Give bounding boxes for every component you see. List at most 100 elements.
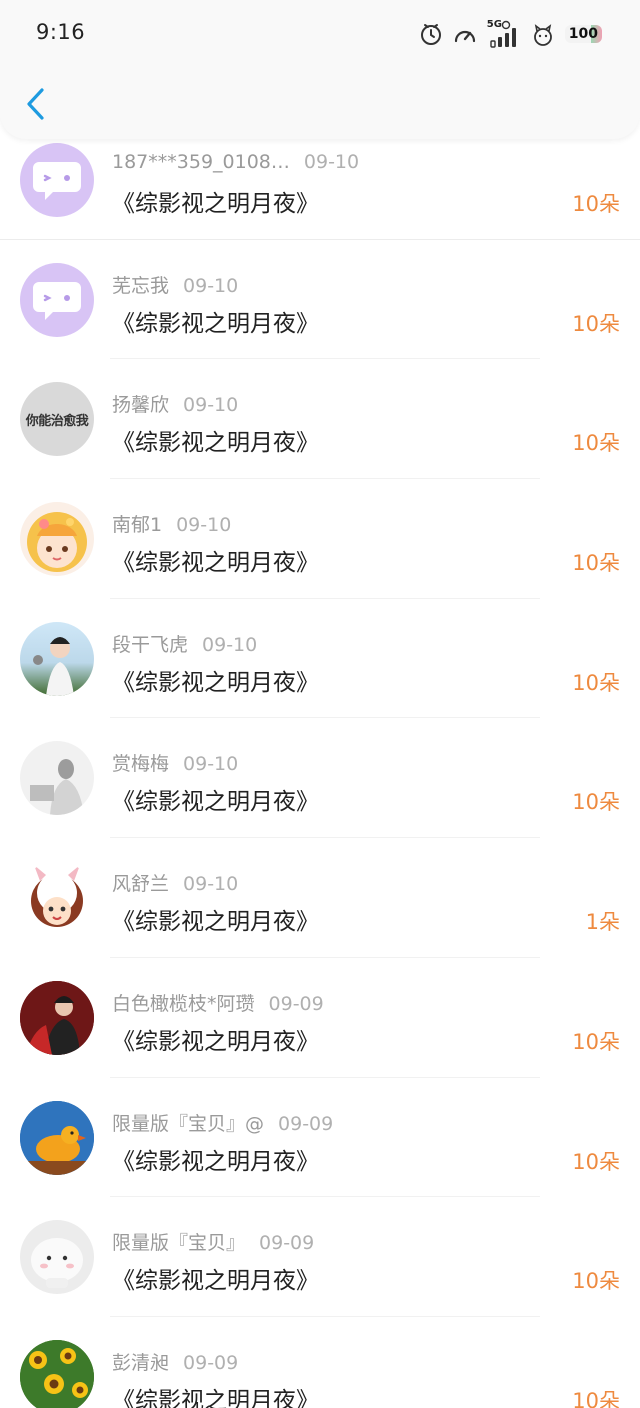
flower-count: 1朵 bbox=[585, 910, 620, 935]
book-title: 《综影视之明月夜》 bbox=[112, 1387, 319, 1408]
list-item[interactable]: 你能治愈我 扬馨欣 09-10 《综影视之明月夜》 10朵 bbox=[0, 359, 640, 480]
list-item[interactable]: 限量版『宝贝』@ 09-09 《综影视之明月夜》 10朵 bbox=[0, 1078, 640, 1198]
flower-count: 10朵 bbox=[572, 1029, 620, 1054]
book-title: 《综影视之明月夜》 bbox=[112, 1268, 319, 1295]
speedometer-icon bbox=[453, 23, 477, 45]
item-meta: 段干飞虎 09-10 bbox=[112, 630, 257, 657]
user-name: 芜忘我 bbox=[112, 274, 170, 297]
flower-count: 10朵 bbox=[572, 311, 620, 336]
list-item[interactable]: 芜忘我 09-10 《综影视之明月夜》 10朵 bbox=[0, 240, 640, 360]
plush-toy-icon bbox=[31, 1238, 83, 1289]
item-date: 09-09 bbox=[268, 992, 324, 1015]
avatar[interactable] bbox=[20, 1339, 94, 1408]
item-meta: 彭清昶 09-09 bbox=[112, 1348, 238, 1375]
avatar-text: 你能治愈我 bbox=[25, 413, 89, 429]
sunflowers-icon bbox=[20, 1339, 94, 1408]
status-icons: 5G 100 bbox=[419, 18, 602, 50]
book-title: 《综影视之明月夜》 bbox=[112, 550, 319, 577]
flower-count: 10朵 bbox=[572, 431, 620, 456]
user-name: 风舒兰 bbox=[112, 873, 170, 896]
avatar[interactable] bbox=[20, 262, 94, 337]
list-item[interactable]: 风舒兰 09-10 《综影视之明月夜》 1朵 bbox=[0, 838, 640, 958]
flower-count: 10朵 bbox=[572, 1388, 620, 1408]
avatar[interactable] bbox=[20, 861, 94, 936]
battery-indicator: 100 bbox=[564, 25, 602, 43]
item-date: 09-09 bbox=[278, 1112, 334, 1135]
item-date: 09-09 bbox=[259, 1232, 315, 1255]
list-item[interactable]: 彭清昶 09-09 《综影视之明月夜》 10朵 bbox=[0, 1317, 640, 1408]
item-meta: 南郁1 09-10 bbox=[112, 510, 231, 537]
status-time: 9:16 bbox=[36, 20, 86, 44]
book-title: 《综影视之明月夜》 bbox=[112, 789, 319, 816]
anime-girl-icon bbox=[27, 512, 87, 573]
book-title: 《综影视之明月夜》 bbox=[112, 310, 319, 337]
book-title: 《综影视之明月夜》 bbox=[112, 1148, 319, 1175]
book-title: 《综影视之明月夜》 bbox=[112, 191, 319, 217]
item-meta: 187***359_0108… 09-10 bbox=[112, 151, 359, 173]
user-name: 扬馨欣 bbox=[112, 394, 170, 417]
avatar[interactable] bbox=[20, 1220, 94, 1295]
user-name: 赏梅梅 bbox=[112, 753, 170, 776]
item-date: 09-10 bbox=[202, 633, 258, 656]
user-name: 彭清昶 bbox=[112, 1351, 170, 1374]
item-date: 09-10 bbox=[183, 753, 239, 776]
avatar[interactable] bbox=[20, 980, 94, 1055]
item-date: 09-10 bbox=[303, 151, 360, 173]
avatar[interactable] bbox=[20, 621, 94, 696]
flower-count: 10朵 bbox=[572, 670, 620, 695]
flower-count: 10朵 bbox=[572, 551, 620, 576]
list-item[interactable]: 南郁1 09-10 《综影视之明月夜》 10朵 bbox=[0, 479, 640, 599]
bunny-cartoon-icon bbox=[31, 865, 83, 928]
user-name: 限量版『宝贝』@ bbox=[112, 1112, 265, 1135]
duck-photo-icon bbox=[20, 1100, 94, 1175]
user-name: 187***359_0108… bbox=[112, 151, 290, 173]
flower-count: 10朵 bbox=[572, 790, 620, 815]
chat-bubble-icon bbox=[33, 162, 81, 200]
alarm-icon bbox=[419, 21, 443, 47]
item-date: 09-10 bbox=[183, 394, 239, 417]
item-date: 09-09 bbox=[183, 1351, 239, 1374]
gray-photo-icon bbox=[30, 759, 84, 816]
gift-list: 187***359_0108… 09-10 《综影视之明月夜》 10朵 芜忘我 09… bbox=[0, 120, 640, 1408]
avatar[interactable] bbox=[20, 143, 94, 217]
avatar[interactable] bbox=[20, 502, 94, 577]
list-item[interactable]: 段干飞虎 09-10 《综影视之明月夜》 10朵 bbox=[0, 599, 640, 719]
book-title: 《综影视之明月夜》 bbox=[112, 909, 319, 936]
back-button[interactable] bbox=[18, 84, 54, 124]
user-name: 段干飞虎 bbox=[112, 633, 189, 656]
book-title: 《综影视之明月夜》 bbox=[112, 430, 319, 457]
item-date: 09-10 bbox=[183, 274, 239, 297]
list-item[interactable]: 赏梅梅 09-10 《综影视之明月夜》 10朵 bbox=[0, 718, 640, 839]
item-date: 09-10 bbox=[183, 873, 239, 896]
item-meta: 限量版『宝贝』 09-09 bbox=[112, 1228, 314, 1255]
flower-count: 10朵 bbox=[572, 1149, 620, 1174]
item-meta: 风舒兰 09-10 bbox=[112, 869, 238, 896]
chat-bubble-icon bbox=[33, 281, 81, 320]
list-item[interactable]: 白色橄榄枝*阿瓒 09-09 《综影视之明月夜》 10朵 bbox=[0, 958, 640, 1078]
user-name: 限量版『宝贝』 bbox=[112, 1232, 246, 1255]
chevron-left-icon bbox=[27, 88, 44, 120]
signal-5g-icon: 5G bbox=[487, 19, 521, 49]
list-item[interactable]: 限量版『宝贝』 09-09 《综影视之明月夜》 10朵 bbox=[0, 1197, 640, 1317]
avatar[interactable] bbox=[20, 1100, 94, 1175]
item-meta: 扬馨欣 09-10 bbox=[112, 390, 238, 417]
avatar[interactable] bbox=[20, 741, 94, 816]
user-name: 南郁1 bbox=[112, 514, 163, 537]
item-meta: 白色橄榄枝*阿瓒 09-09 bbox=[112, 989, 324, 1016]
user-name: 白色橄榄枝*阿瓒 bbox=[112, 992, 255, 1015]
network-label: 5G bbox=[486, 19, 502, 30]
flower-count: 10朵 bbox=[572, 1269, 620, 1294]
header-bar: 9:16 5G 100 bbox=[0, 0, 640, 139]
book-title: 《综影视之明月夜》 bbox=[112, 669, 319, 696]
girl-photo-icon bbox=[33, 636, 74, 696]
screen: 9:16 5G 100 187***359_0108… 09-10 《综影视之明… bbox=[0, 0, 640, 1408]
red-portrait-icon bbox=[20, 980, 94, 1055]
flower-count: 10朵 bbox=[572, 192, 620, 216]
item-meta: 限量版『宝贝』@ 09-09 bbox=[112, 1109, 333, 1136]
item-meta: 赏梅梅 09-10 bbox=[112, 749, 238, 776]
item-meta: 芜忘我 09-10 bbox=[112, 271, 238, 298]
book-title: 《综影视之明月夜》 bbox=[112, 1028, 319, 1055]
pet-face-icon bbox=[531, 21, 555, 47]
item-date: 09-10 bbox=[176, 514, 232, 537]
avatar[interactable]: 你能治愈我 bbox=[20, 382, 94, 457]
